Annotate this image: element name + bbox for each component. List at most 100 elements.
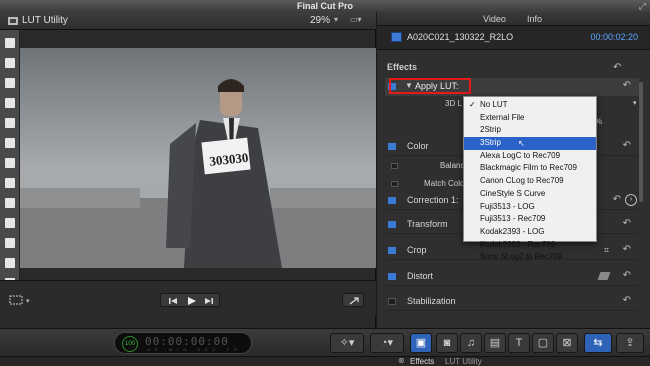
checkmark-icon: ✓: [469, 100, 476, 109]
match-color-checkbox[interactable]: [391, 181, 398, 187]
effects-section-header: Effects: [387, 62, 418, 72]
reset-icon[interactable]: ↶: [623, 218, 631, 229]
inspector-tabs: Video Info: [377, 12, 650, 26]
balance-checkbox[interactable]: [391, 163, 398, 169]
lut-menu-item[interactable]: Kodak2393 - LOG: [464, 226, 596, 239]
themes-icon[interactable]: ▢: [532, 333, 554, 353]
transform-enable-checkbox[interactable]: [388, 221, 396, 228]
photos-icon[interactable]: ◙: [436, 333, 458, 353]
reset-icon[interactable]: ↶: [623, 80, 631, 91]
distort-enable-checkbox[interactable]: [388, 273, 396, 280]
lut-param-chevron-icon[interactable]: ▾: [633, 99, 637, 107]
transform-label: Transform: [407, 219, 448, 229]
effects-browser-icon[interactable]: ⇆: [584, 333, 612, 353]
close-icon[interactable]: ⊗: [398, 356, 405, 365]
fullscreen-view-icon[interactable]: [342, 293, 364, 307]
timecode-units: HR MIN SEC FR: [147, 347, 242, 352]
lut-menu-item[interactable]: Blackmagic Film to Rec709: [464, 162, 596, 175]
lut-param-label: 3D L: [445, 99, 462, 108]
stabilization-label: Stabilization: [407, 296, 456, 306]
tab-info[interactable]: Info: [527, 14, 542, 24]
transitions-icon[interactable]: ⊠: [556, 333, 578, 353]
filmstrip-sprocket: [5, 38, 15, 48]
transform-tool-icon[interactable]: ▾: [8, 293, 36, 307]
crop-label: Crop: [407, 245, 427, 255]
tab-video[interactable]: Video: [483, 14, 506, 24]
filmstrip-sprocket: [5, 258, 15, 268]
filmstrip-sprocket: [5, 78, 15, 88]
music-icon[interactable]: ♫: [460, 333, 482, 353]
filmstrip-sprocket: [5, 198, 15, 208]
match-color-label: Match Colo: [424, 179, 465, 188]
main-toolbar: 100 00:00:00:00 HR MIN SEC FR ✧▾ ◔▾ ▣ ◙ …: [0, 328, 650, 356]
reset-icon[interactable]: ↶: [623, 270, 631, 281]
correction-label: Correction 1:: [407, 195, 459, 205]
filmstrip-sprocket: [5, 58, 15, 68]
reset-icon[interactable]: ↶: [623, 295, 631, 306]
generators-icon[interactable]: ▤: [484, 333, 506, 353]
lut-menu-item[interactable]: Sony SLog2 to Rec709: [464, 251, 596, 264]
lut-menu-item[interactable]: CineStyle S Curve: [464, 188, 596, 201]
crop-tool-icon[interactable]: ⌗: [604, 245, 609, 256]
svg-text:▾: ▾: [26, 297, 30, 305]
share-icon[interactable]: ⇪: [616, 333, 644, 353]
inspector-toggle-icon[interactable]: ▣: [410, 333, 432, 353]
filmstrip-sprocket: [5, 178, 15, 188]
reset-icon[interactable]: ↶: [613, 62, 621, 73]
go-arrow-icon[interactable]: ›: [625, 194, 637, 206]
previous-icon[interactable]: [169, 298, 177, 304]
titles-icon[interactable]: T: [508, 333, 530, 353]
lut-menu-item[interactable]: Fuji3513 - Rec709: [464, 213, 596, 226]
fullscreen-icon[interactable]: ⤢: [639, 1, 646, 12]
lut-menu-item[interactable]: 2Strip: [464, 124, 596, 137]
correction-enable-checkbox[interactable]: [388, 197, 396, 204]
filmstrip-sprocket: [5, 118, 15, 128]
clip-icon: [391, 32, 402, 42]
dashboard-timecode[interactable]: 100 00:00:00:00 HR MIN SEC FR: [114, 332, 252, 354]
lut-menu-item[interactable]: Fuji3513 - LOG: [464, 201, 596, 214]
lut-dropdown-menu: ✓ No LUT External File 2Strip 3Strip ↖ Ale…: [463, 96, 597, 261]
clip-name: A020C021_130322_R2LO: [407, 32, 514, 42]
lut-menu-item-highlighted[interactable]: 3Strip ↖: [464, 137, 596, 150]
lut-menu-item[interactable]: Kodak2393 - Rec709: [464, 239, 596, 252]
distort-tool-icon[interactable]: [597, 272, 611, 280]
crop-enable-checkbox[interactable]: [388, 247, 396, 254]
lut-menu-item[interactable]: ✓ No LUT: [464, 99, 596, 112]
transport-controls: [160, 293, 220, 307]
viewer-title: LUT Utility: [22, 15, 68, 26]
color-enable-checkbox[interactable]: [388, 143, 396, 150]
filmstrip-sprocket: [5, 138, 15, 148]
filmstrip-sprocket: [5, 98, 15, 108]
inspector-scrollbar[interactable]: [639, 82, 643, 202]
lut-menu-item[interactable]: Alexa LogC to Rec709: [464, 150, 596, 163]
app-title: Final Cut Pro: [297, 1, 353, 11]
lut-menu-item[interactable]: External File: [464, 112, 596, 125]
zoom-level[interactable]: 29%: [310, 15, 330, 26]
enhancements-menu-icon[interactable]: ✧▾: [330, 333, 364, 353]
play-icon[interactable]: [188, 297, 196, 305]
bottom-strip: [0, 356, 650, 366]
distort-label: Distort: [407, 271, 434, 281]
color-label: Color: [407, 141, 429, 151]
next-icon[interactable]: [205, 298, 213, 304]
video-frame: 303030: [20, 48, 376, 268]
lut-menu-item[interactable]: Canon CLog to Rec709: [464, 175, 596, 188]
retime-menu-icon[interactable]: ◔▾: [370, 333, 404, 353]
viewer-controls: ▾: [0, 280, 376, 316]
stabilization-row[interactable]: Stabilization ↶: [385, 293, 639, 311]
lut-utility-label: LUT Utility: [445, 357, 482, 366]
view-options-icon[interactable]: ▭▾: [350, 15, 362, 24]
balance-label: Balanc: [440, 161, 465, 170]
distort-row[interactable]: Distort ↶: [385, 268, 639, 286]
stabilization-enable-checkbox[interactable]: [388, 298, 396, 305]
filmstrip-sprocket: [5, 158, 15, 168]
annotation-highlight-box: [389, 78, 471, 94]
background-tasks-badge[interactable]: 100: [122, 336, 138, 352]
filmstrip-edge: [0, 30, 20, 292]
reset-icon[interactable]: ↶: [613, 194, 621, 205]
reset-icon[interactable]: ↶: [623, 244, 631, 255]
clip-timecode: 00:00:02:20: [590, 32, 638, 42]
zoom-chevron-icon[interactable]: ▾: [334, 15, 338, 24]
reset-icon[interactable]: ↶: [623, 140, 631, 151]
film-menu-icon[interactable]: [8, 16, 18, 26]
